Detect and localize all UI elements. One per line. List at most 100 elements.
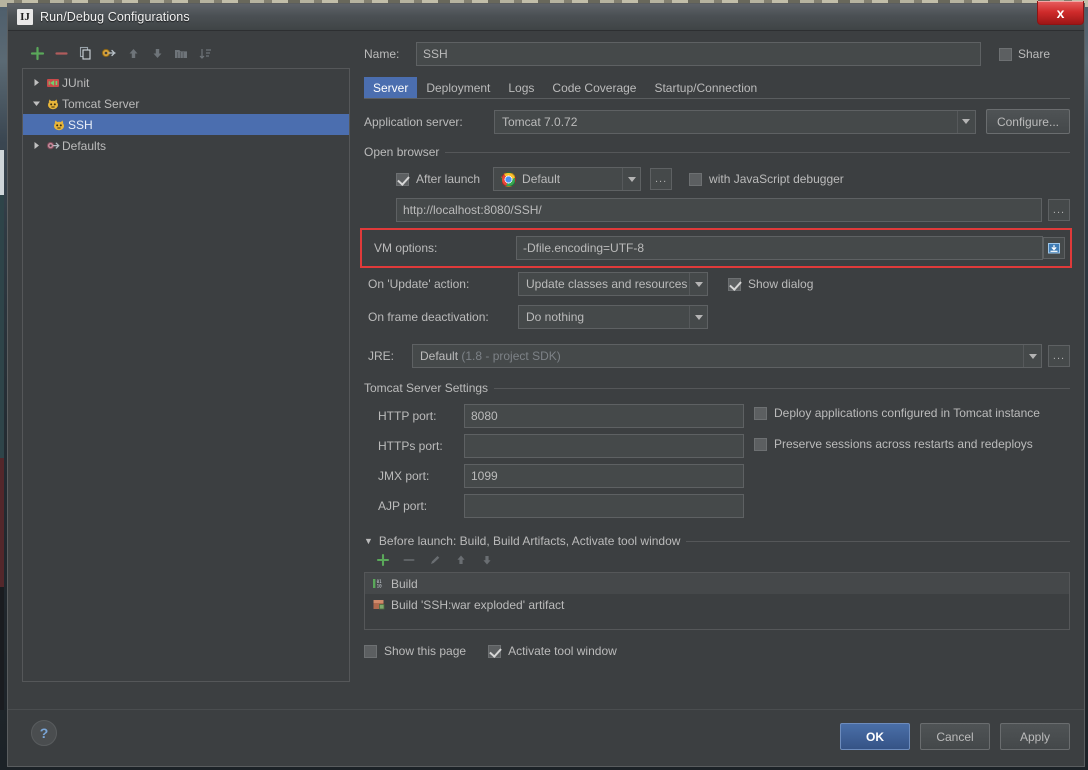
remove-task-icon <box>398 549 420 571</box>
remove-icon[interactable] <box>50 42 72 64</box>
add-icon[interactable] <box>26 42 48 64</box>
tab-server[interactable]: Server <box>364 77 417 98</box>
application-server-select[interactable]: Tomcat 7.0.72 <box>494 110 976 134</box>
apply-button[interactable]: Apply <box>1000 723 1070 750</box>
name-input[interactable] <box>416 42 981 66</box>
tab-deployment[interactable]: Deployment <box>417 77 499 98</box>
folder-icon[interactable] <box>170 42 192 64</box>
share-checkbox[interactable]: Share <box>999 47 1070 61</box>
configure-button[interactable]: Configure... <box>986 109 1070 134</box>
js-debugger-checkbox[interactable]: with JavaScript debugger <box>689 172 844 186</box>
collapse-triangle-icon[interactable]: ▼ <box>364 536 373 546</box>
share-checkbox-box[interactable] <box>999 48 1012 61</box>
port-input[interactable] <box>464 434 744 458</box>
configuration-editor-panel: Name: Share ServerDeploymentLogsCode Cov… <box>350 31 1084 766</box>
configurations-tree[interactable]: JUnit Tomcat Server SSH Defaults <box>22 68 350 682</box>
tree-item-defaults[interactable]: Defaults <box>23 135 349 156</box>
port-label: JMX port: <box>364 469 464 483</box>
tomcat-settings-header: Tomcat Server Settings <box>364 381 1070 395</box>
before-launch-task-row[interactable]: Build 'SSH:war exploded' artifact <box>365 594 1069 615</box>
svg-text:10: 10 <box>377 583 383 588</box>
tree-item-ssh[interactable]: SSH <box>23 114 349 135</box>
chevron-right-icon[interactable] <box>29 141 44 150</box>
before-launch-task-row[interactable]: 0110 Build <box>365 573 1069 594</box>
activate-tool-window-checkbox-box[interactable] <box>488 645 501 658</box>
group-divider <box>445 152 1070 153</box>
on-frame-deactivation-select[interactable]: Do nothing <box>518 305 708 329</box>
server-option-checkbox-box[interactable] <box>754 438 767 451</box>
tomcat-settings-title: Tomcat Server Settings <box>364 381 488 395</box>
server-option-checkbox[interactable]: Deploy applications configured in Tomcat… <box>754 406 1040 420</box>
show-dialog-checkbox-box[interactable] <box>728 278 741 291</box>
tree-item-label: Tomcat Server <box>62 97 139 111</box>
browser-select[interactable]: Default <box>493 167 641 191</box>
browser-url-browse-button[interactable]: ... <box>1048 199 1070 221</box>
browser-url-row: ... <box>396 198 1070 222</box>
application-server-label: Application server: <box>364 115 494 129</box>
close-icon[interactable]: x <box>1037 1 1084 25</box>
js-debugger-checkbox-box[interactable] <box>689 173 702 186</box>
cancel-button[interactable]: Cancel <box>920 723 990 750</box>
before-launch-task-label: Build <box>391 577 418 591</box>
chevron-down-icon[interactable] <box>622 168 640 190</box>
js-debugger-label: with JavaScript debugger <box>709 172 844 186</box>
chevron-down-icon[interactable] <box>1023 345 1041 367</box>
show-dialog-label: Show dialog <box>748 277 813 291</box>
show-this-page-checkbox-box[interactable] <box>364 645 377 658</box>
help-icon[interactable]: ? <box>31 720 57 746</box>
tab-logs[interactable]: Logs <box>499 77 543 98</box>
move-task-down-icon <box>476 549 498 571</box>
port-row: HTTPs port: <box>364 434 754 458</box>
group-divider <box>494 388 1070 389</box>
save-configuration-icon[interactable] <box>98 42 120 64</box>
show-dialog-checkbox[interactable]: Show dialog <box>728 277 813 291</box>
chevron-down-icon[interactable] <box>689 273 707 295</box>
chevron-down-icon[interactable] <box>29 99 44 108</box>
sort-icon[interactable] <box>194 42 216 64</box>
jre-value: Default (1.8 - project SDK) <box>420 349 1023 363</box>
on-update-select[interactable]: Update classes and resources <box>518 272 708 296</box>
browser-url-input[interactable] <box>396 198 1042 222</box>
configurations-toolbar <box>22 40 350 66</box>
edit-task-icon <box>424 549 446 571</box>
port-input[interactable] <box>464 494 744 518</box>
dialog-title: Run/Debug Configurations <box>40 10 190 24</box>
before-launch-task-list[interactable]: 0110 Build Build 'SSH:war exploded' artifa… <box>364 572 1070 630</box>
port-row: JMX port: <box>364 464 754 488</box>
port-input[interactable] <box>464 464 744 488</box>
chevron-down-icon[interactable] <box>957 111 975 133</box>
browser-browse-button[interactable]: ... <box>650 168 672 190</box>
after-launch-checkbox[interactable]: After launch <box>396 172 480 186</box>
ok-button[interactable]: OK <box>840 723 910 750</box>
build-icon: 0110 <box>372 577 385 590</box>
jre-select[interactable]: Default (1.8 - project SDK) <box>412 344 1042 368</box>
expand-editor-icon[interactable] <box>1043 237 1065 259</box>
jre-browse-button[interactable]: ... <box>1048 345 1070 367</box>
tree-item-junit[interactable]: JUnit <box>23 72 349 93</box>
browser-value: Default <box>522 172 616 186</box>
activate-tool-window-checkbox[interactable]: Activate tool window <box>488 644 617 658</box>
tree-item-tomcat-server[interactable]: Tomcat Server <box>23 93 349 114</box>
tree-item-label: Defaults <box>62 139 106 153</box>
server-option-checkbox-box[interactable] <box>754 407 767 420</box>
move-down-icon[interactable] <box>146 42 168 64</box>
on-update-label: On 'Update' action: <box>364 277 518 291</box>
add-task-icon[interactable] <box>372 549 394 571</box>
name-row: Name: Share <box>364 41 1070 67</box>
editor-tabs[interactable]: ServerDeploymentLogsCode CoverageStartup… <box>364 76 1070 98</box>
chevron-down-icon[interactable] <box>689 306 707 328</box>
chevron-right-icon[interactable] <box>29 78 44 87</box>
move-up-icon[interactable] <box>122 42 144 64</box>
port-input[interactable] <box>464 404 744 428</box>
show-this-page-checkbox[interactable]: Show this page <box>364 644 466 658</box>
footer-divider <box>8 709 1084 710</box>
tab-startup-connection[interactable]: Startup/Connection <box>645 77 766 98</box>
tree-item-label: SSH <box>68 118 93 132</box>
vm-options-input[interactable] <box>516 236 1043 260</box>
after-launch-checkbox-box[interactable] <box>396 173 409 186</box>
before-launch-header[interactable]: ▼ Before launch: Build, Build Artifacts,… <box>364 534 1070 548</box>
server-option-checkbox[interactable]: Preserve sessions across restarts and re… <box>754 437 1040 451</box>
tab-code-coverage[interactable]: Code Coverage <box>543 77 645 98</box>
copy-icon[interactable] <box>74 42 96 64</box>
vm-options-row: VM options: <box>366 236 1065 260</box>
